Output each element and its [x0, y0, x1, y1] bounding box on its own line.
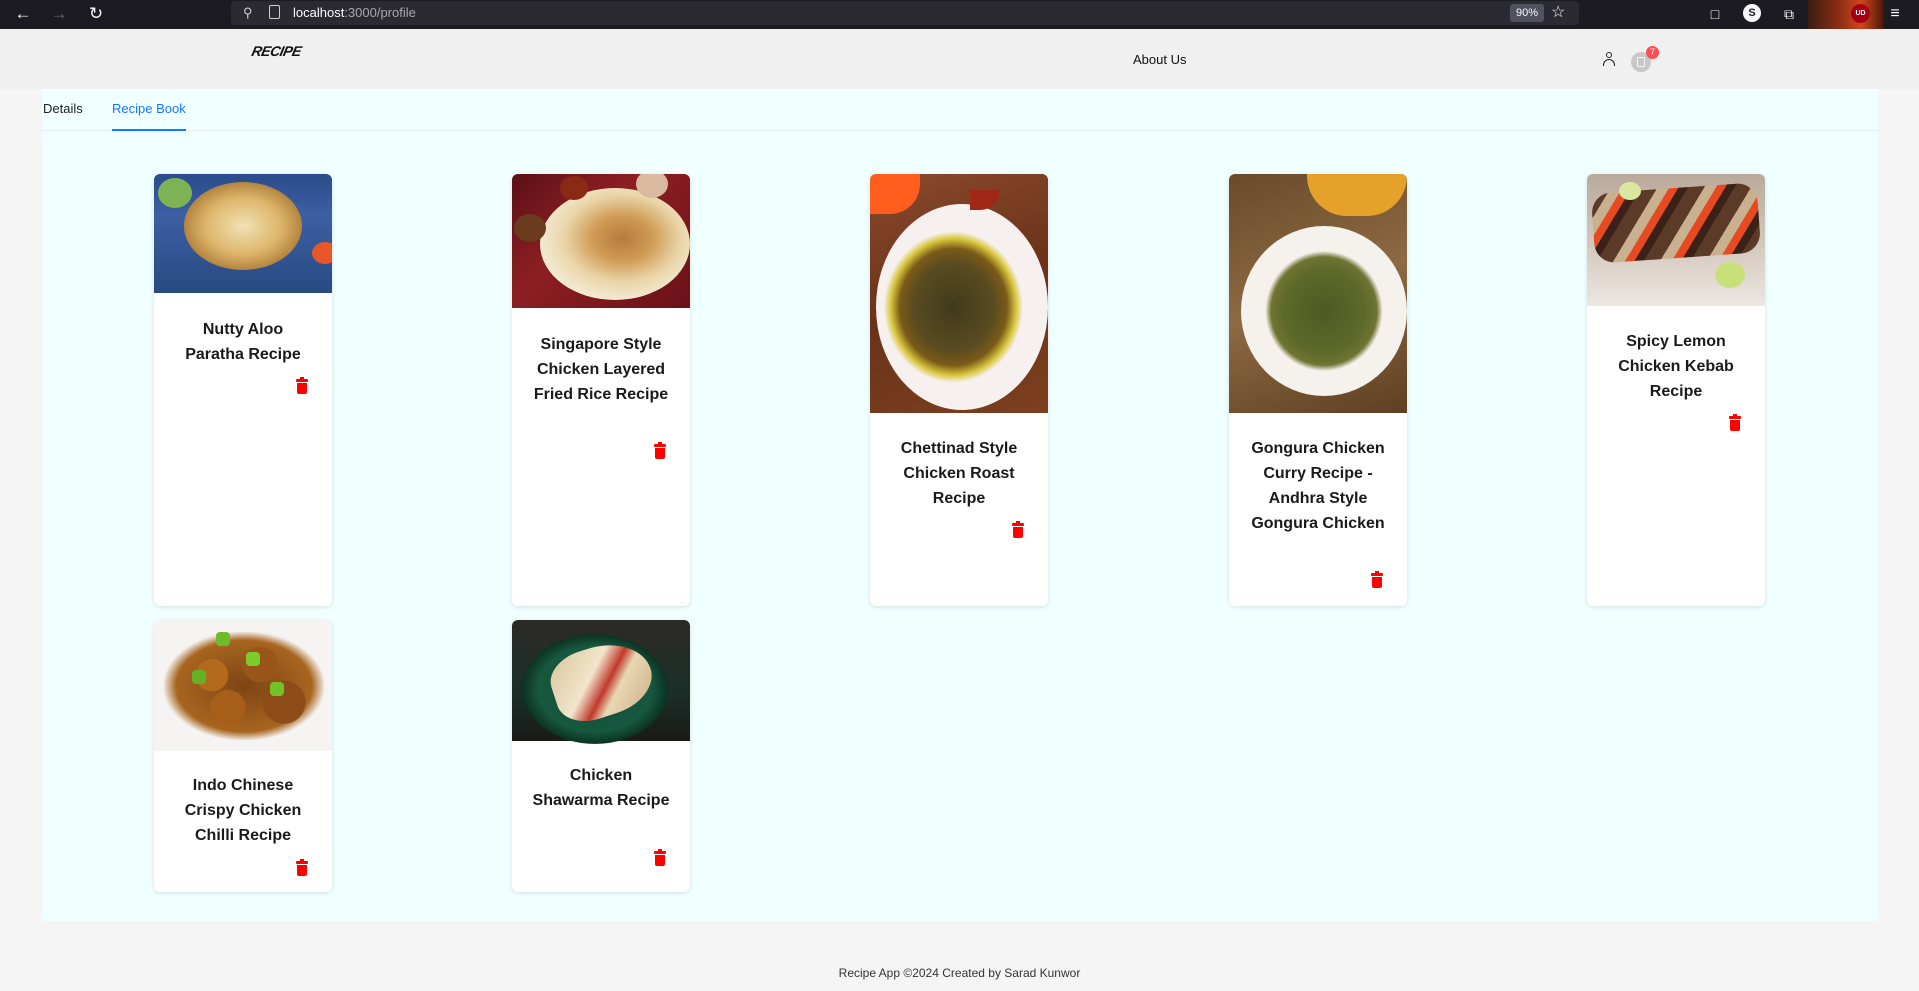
recipe-image[interactable] — [870, 174, 1048, 413]
url-path: :3000/profile — [344, 5, 416, 20]
recipe-card[interactable]: Chettinad Style Chicken Roast Recipe — [870, 174, 1048, 606]
cart-count-badge: 7 — [1646, 46, 1659, 59]
recipe-title[interactable]: Gongura Chicken Curry Recipe - Andhra St… — [1247, 436, 1389, 536]
recipe-card[interactable]: Singapore Style Chicken Layered Fried Ri… — [512, 174, 690, 606]
recipe-title[interactable]: Chicken Shawarma Recipe — [530, 763, 672, 813]
user-icon[interactable] — [1601, 51, 1617, 67]
recipe-image[interactable] — [512, 620, 690, 744]
browser-toolbar: ← → ↻ ⚲ localhost:3000/profile 90% ☆ □ S… — [0, 0, 1919, 29]
pocket-icon[interactable]: □ — [1704, 3, 1726, 25]
delete-icon[interactable] — [295, 377, 309, 395]
reload-icon[interactable]: ↻ — [85, 3, 107, 25]
recipe-card[interactable]: Nutty Aloo Paratha Recipe — [154, 174, 332, 606]
recipe-image[interactable] — [1229, 174, 1407, 413]
recipe-card[interactable]: Spicy Lemon Chicken Kebab Recipe — [1587, 174, 1765, 606]
url-host: localhost — [293, 5, 345, 20]
back-arrow-icon[interactable]: ← — [12, 3, 34, 25]
shield-icon[interactable]: ⚲ — [243, 4, 259, 22]
profile-content: Details Recipe Book Nutty Aloo Paratha R… — [42, 89, 1878, 921]
extension-s-icon[interactable]: S — [1743, 4, 1761, 22]
profile-tabs: Details Recipe Book — [42, 89, 1878, 131]
delete-icon[interactable] — [1011, 521, 1025, 539]
tab-recipe-book[interactable]: Recipe Book — [112, 101, 186, 131]
delete-icon[interactable] — [1370, 571, 1384, 589]
recipe-title[interactable]: Nutty Aloo Paratha Recipe — [172, 317, 314, 367]
recipe-title[interactable]: Spicy Lemon Chicken Kebab Recipe — [1605, 329, 1747, 404]
delete-icon[interactable] — [653, 442, 667, 460]
extensions-puzzle-icon[interactable]: ⧉ — [1778, 3, 1800, 25]
delete-icon[interactable] — [295, 859, 309, 877]
zoom-level-badge[interactable]: 90% — [1510, 4, 1545, 22]
ublock-icon[interactable]: UD — [1851, 4, 1870, 23]
tab-details[interactable]: Details — [43, 101, 83, 131]
delete-icon[interactable] — [1728, 414, 1742, 432]
logo[interactable]: RECIPE — [250, 43, 303, 59]
recipe-title[interactable]: Singapore Style Chicken Layered Fried Ri… — [530, 332, 672, 407]
cart-icon-inner — [1637, 57, 1645, 67]
recipe-image[interactable] — [512, 174, 690, 308]
app-header: RECIPE About Us 7 — [0, 29, 1919, 89]
user-icon-head — [1606, 52, 1612, 58]
extension-banner-icon[interactable] — [1808, 0, 1884, 29]
recipe-title[interactable]: Indo Chinese Crispy Chicken Chilli Recip… — [172, 773, 314, 848]
user-icon-body — [1603, 59, 1615, 66]
recipe-image[interactable] — [1587, 174, 1765, 306]
recipe-card[interactable]: Gongura Chicken Curry Recipe - Andhra St… — [1229, 174, 1407, 606]
recipe-image[interactable] — [154, 174, 332, 293]
bookmark-star-icon[interactable]: ☆ — [1551, 3, 1565, 23]
nav-about-us[interactable]: About Us — [1133, 52, 1186, 67]
recipe-image[interactable] — [154, 620, 332, 751]
recipe-title[interactable]: Chettinad Style Chicken Roast Recipe — [888, 436, 1030, 511]
footer-text: Recipe App ©2024 Created by Sarad Kunwor — [838, 966, 1081, 980]
recipe-card[interactable]: Chicken Shawarma Recipe — [512, 620, 690, 892]
address-bar[interactable]: ⚲ localhost:3000/profile 90% ☆ — [231, 1, 1579, 25]
page-icon — [269, 5, 280, 19]
forward-arrow-icon[interactable]: → — [48, 3, 70, 25]
delete-icon[interactable] — [653, 849, 667, 867]
url-text[interactable]: localhost:3000/profile — [293, 5, 416, 20]
recipe-card[interactable]: Indo Chinese Crispy Chicken Chilli Recip… — [154, 620, 332, 892]
menu-hamburger-icon[interactable]: ≡ — [1884, 3, 1906, 25]
